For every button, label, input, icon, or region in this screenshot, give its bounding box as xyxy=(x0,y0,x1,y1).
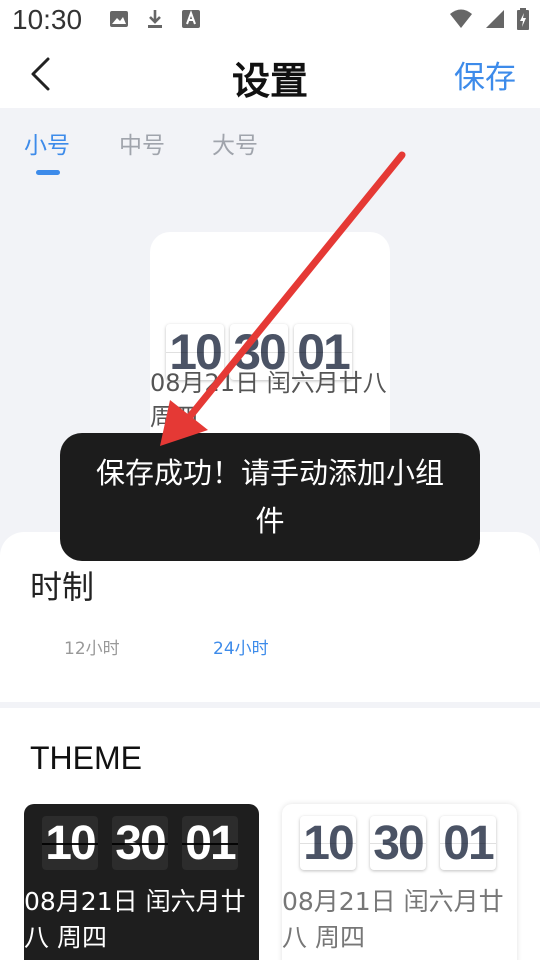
tab-large[interactable]: 大号 xyxy=(212,126,258,160)
battery-charging-icon xyxy=(517,8,529,30)
dark-theme-hours: 10 xyxy=(42,816,98,870)
light-theme-hours: 10 xyxy=(300,816,356,870)
preview-date: 08月21日 闰六月廿八 周四 xyxy=(150,369,387,431)
dark-theme-seconds: 01 xyxy=(182,816,238,870)
download-icon xyxy=(148,10,162,28)
signal-icon xyxy=(486,10,504,28)
status-bar: 10:30 xyxy=(0,0,540,44)
widget-preview: 10 30 01 08月21日 闰六月廿八 周四 xyxy=(150,232,390,462)
toast-message: 保存成功！请手动添加小组件 xyxy=(60,433,480,561)
theme-section: THEME 10 30 01 08月21日 闰六月廿八 周四 10 30 01 … xyxy=(0,708,540,960)
format-24h-option[interactable]: 24小时 xyxy=(213,634,269,659)
save-button[interactable]: 保存 xyxy=(454,52,516,97)
image-icon xyxy=(110,11,128,27)
tab-small[interactable]: 小号 xyxy=(24,126,70,160)
format-12h-option[interactable]: 12小时 xyxy=(64,634,120,659)
wifi-icon xyxy=(450,9,472,28)
dark-theme-clock: 10 30 01 xyxy=(42,816,238,870)
tab-medium[interactable]: 中号 xyxy=(119,126,165,160)
light-theme-minutes: 30 xyxy=(370,816,426,870)
light-theme-clock: 10 30 01 xyxy=(300,816,496,870)
status-left-icons xyxy=(108,8,202,30)
status-time: 10:30 xyxy=(12,4,83,35)
light-theme-date: 08月21日 闰六月廿八 周四 xyxy=(282,887,504,952)
theme-card-dark[interactable]: 10 30 01 08月21日 闰六月廿八 周四 xyxy=(24,804,259,960)
light-theme-seconds: 01 xyxy=(440,816,496,870)
dark-theme-date: 08月21日 闰六月廿八 周四 xyxy=(24,887,246,952)
app-header: 设置 保存 xyxy=(0,44,540,108)
font-icon xyxy=(182,10,200,28)
theme-card-light[interactable]: 10 30 01 08月21日 闰六月廿八 周四 xyxy=(282,804,517,960)
theme-title: THEME xyxy=(30,740,142,776)
size-tabs: 小号 中号 大号 xyxy=(0,108,540,178)
status-right-icons xyxy=(448,8,530,30)
dark-theme-minutes: 30 xyxy=(112,816,168,870)
active-tab-indicator xyxy=(36,170,60,175)
time-format-title: 时制 xyxy=(30,568,95,606)
